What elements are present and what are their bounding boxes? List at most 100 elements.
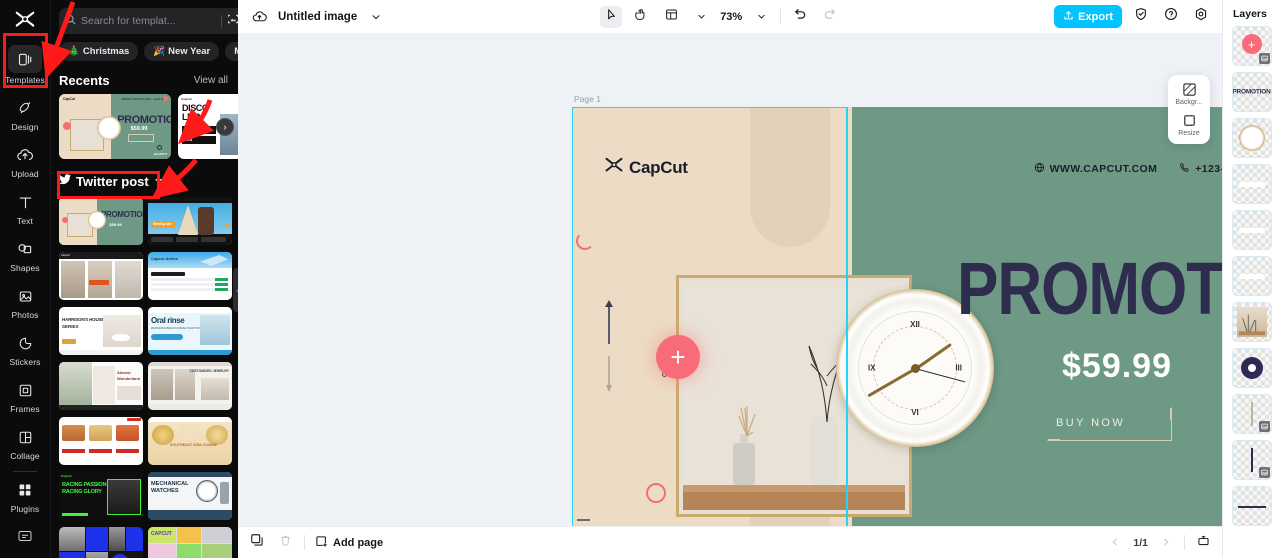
- zoom-chevron-icon[interactable]: [750, 6, 772, 28]
- apps-grid-icon[interactable]: [18, 529, 33, 548]
- help-button[interactable]: [1160, 6, 1182, 28]
- undo-button[interactable]: [789, 6, 811, 28]
- layer-item-photo[interactable]: [1231, 302, 1272, 342]
- sidebar-item-upload[interactable]: Upload: [2, 143, 48, 179]
- carousel-next-button[interactable]: ›: [216, 117, 234, 136]
- capcut-logo-icon[interactable]: [10, 8, 40, 34]
- sidebar-item-collage[interactable]: Collage: [2, 425, 48, 461]
- reed-sticks: [738, 406, 756, 436]
- template-thumb[interactable]: Capcut Airline: [148, 252, 232, 300]
- hand-tool-button[interactable]: [630, 6, 652, 28]
- layer-item-ring[interactable]: [1231, 348, 1272, 388]
- chip-most[interactable]: Most: [225, 42, 238, 61]
- present-button[interactable]: [1194, 534, 1212, 552]
- add-page-button[interactable]: Add page: [315, 535, 383, 551]
- recent-template-card[interactable]: CapCut WWW.CAPCUT.COM · +123-456 PROMOTI…: [59, 94, 171, 159]
- background-tool[interactable]: Backgr...: [1168, 82, 1210, 106]
- sidebar-item-templates[interactable]: Templates: [2, 45, 48, 85]
- template-thumb[interactable]: CUSTOMIZED JEWELRY: [148, 362, 232, 410]
- stickers-icon: [10, 331, 40, 355]
- layer-item-bar-1[interactable]: [1231, 164, 1272, 204]
- view-all-link[interactable]: View all: [194, 75, 228, 86]
- collage-icon: [10, 425, 40, 449]
- template-thumb[interactable]: MECHANICAL WATCHES: [148, 472, 232, 520]
- duplicate-page-button[interactable]: [248, 534, 266, 552]
- resize-tool[interactable]: Resize: [1168, 113, 1210, 137]
- sidebar-item-photos[interactable]: Photos: [2, 284, 48, 320]
- template-thumb[interactable]: CapCut RACING PASSION RACING GLORY: [59, 472, 143, 520]
- search-input[interactable]: [81, 15, 216, 27]
- layer-item-clock[interactable]: [1231, 118, 1272, 158]
- top-toolbar: Untitled image 73% Export: [238, 0, 1222, 33]
- sidebar-item-text[interactable]: Text: [2, 190, 48, 226]
- redo-button: [819, 6, 841, 28]
- decor-arc: [576, 232, 594, 250]
- search-box[interactable]: [59, 8, 238, 34]
- chip-new-year[interactable]: 🎉 New Year: [144, 42, 220, 61]
- search-divider: [221, 14, 222, 28]
- frames-icon: [10, 378, 40, 402]
- chevron-down-icon: [154, 172, 163, 190]
- layer-item-promotion-text[interactable]: PROMOTION: [1231, 72, 1272, 112]
- layer-item-arrow-up[interactable]: [1231, 440, 1272, 480]
- template-thumb[interactable]: HARRISON'S HOUSE SERIES: [59, 307, 143, 355]
- category-selector[interactable]: Twitter post: [51, 159, 238, 197]
- export-button[interactable]: Export: [1054, 5, 1123, 28]
- template-thumb[interactable]: Shining sale: [148, 197, 232, 245]
- sidebar-item-shapes[interactable]: Shapes: [2, 237, 48, 273]
- help-circle-icon: [1164, 7, 1178, 26]
- chip-christmas[interactable]: 🎄 Christmas: [59, 42, 139, 61]
- layout-tool-button[interactable]: [660, 6, 682, 28]
- template-thumb[interactable]: CAPCUT: [148, 527, 232, 558]
- template-thumb[interactable]: CapCut: [59, 252, 143, 300]
- bottom-divider: [304, 535, 305, 550]
- present-icon: [1197, 534, 1210, 552]
- layer-item-bar-2[interactable]: [1231, 210, 1272, 250]
- bar-thumbnail: [1238, 273, 1265, 279]
- settings-button[interactable]: [1190, 6, 1212, 28]
- template-thumb[interactable]: Almost Wonderland: [59, 362, 143, 410]
- layer-item-line[interactable]: [1231, 486, 1272, 526]
- christmas-tree-icon: 🎄: [68, 46, 80, 57]
- plugins-icon: [10, 478, 40, 502]
- prev-page-button[interactable]: [1106, 534, 1124, 552]
- shield-button[interactable]: [1130, 6, 1152, 28]
- bar-thumbnail: [1238, 227, 1265, 233]
- sidebar-item-design[interactable]: Design: [2, 96, 48, 132]
- search-row: [51, 0, 238, 34]
- sidebar-label-text: Text: [17, 216, 33, 226]
- document-title[interactable]: Untitled image: [278, 11, 357, 23]
- template-thumb[interactable]: PROMOTION $59.99: [59, 197, 143, 245]
- template-thumb[interactable]: SOUTHEAST ASIA CUISINE: [148, 417, 232, 465]
- image-search-icon[interactable]: [227, 12, 238, 30]
- template-thumb[interactable]: Oral rinse WHITENING BREATH FRESH SOLUTI…: [148, 307, 232, 355]
- layer-item-arrow-down[interactable]: [1231, 394, 1272, 434]
- template-thumb[interactable]: [59, 527, 143, 558]
- sidebar-label-shapes: Shapes: [10, 263, 40, 273]
- design-canvas[interactable]: CapCut WWW.CAPCUT.COM +123 XII III VI IX…: [572, 107, 1222, 526]
- arrow-up-thumbnail: [1250, 448, 1253, 472]
- design-website: WWW.CAPCUT.COM: [1034, 162, 1158, 176]
- next-page-button[interactable]: [1157, 534, 1175, 552]
- design-cta-button: BUY NOW: [1047, 407, 1172, 441]
- sidebar-item-plugins[interactable]: Plugins: [2, 478, 48, 514]
- layer-item-bar-3[interactable]: [1231, 256, 1272, 296]
- recents-title: Recents: [59, 73, 110, 88]
- select-tool-button[interactable]: [600, 5, 623, 28]
- sidebar-label-upload: Upload: [11, 169, 39, 179]
- panel-collapse-handle[interactable]: ‹: [233, 268, 238, 312]
- zoom-level[interactable]: 73%: [720, 11, 742, 23]
- hand-icon: [635, 8, 648, 26]
- layers-list: + PROMOTION: [1223, 26, 1280, 536]
- clock-center-pin: [910, 363, 920, 373]
- canvas-stage[interactable]: Page 1 CapCut WWW.CAPCUT.COM +123 XII II…: [238, 33, 1222, 526]
- sidebar-item-frames[interactable]: Frames: [2, 378, 48, 414]
- add-element-badge[interactable]: +: [656, 335, 700, 379]
- vase-tall: [811, 417, 837, 485]
- line-thumbnail: [1237, 506, 1266, 508]
- layer-item-plus-button[interactable]: +: [1231, 26, 1272, 66]
- sidebar-item-stickers[interactable]: Stickers: [2, 331, 48, 367]
- chevron-down-icon[interactable]: [365, 6, 387, 28]
- template-thumb[interactable]: [59, 417, 143, 465]
- layout-chevron-icon[interactable]: [690, 6, 712, 28]
